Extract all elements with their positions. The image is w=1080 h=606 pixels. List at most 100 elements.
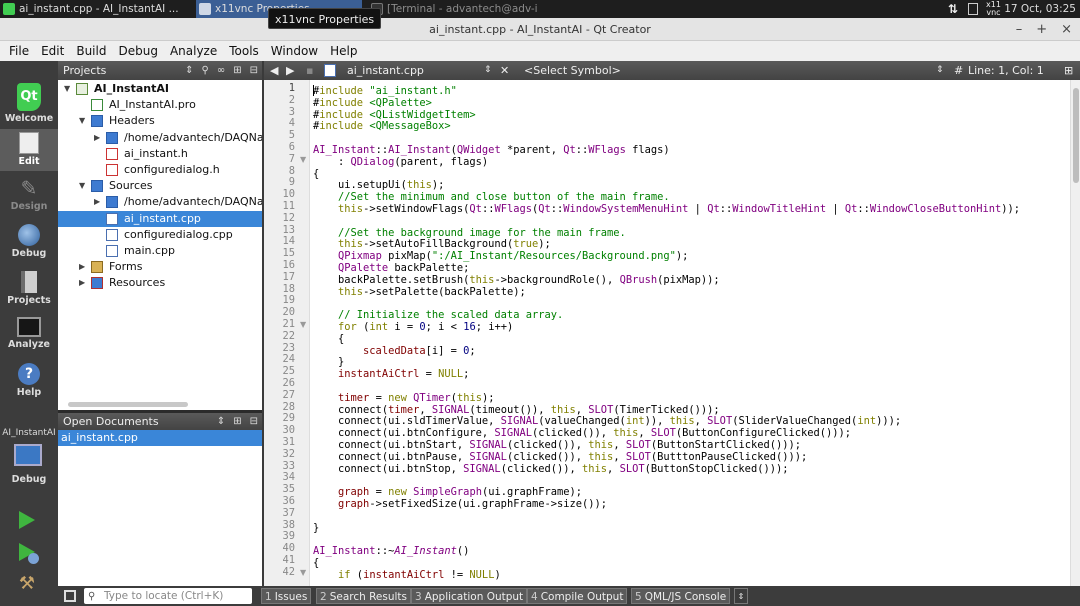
menu-analyze[interactable]: Analyze [164, 44, 223, 58]
cursor-position[interactable]: Line: 1, Col: 1 [968, 61, 1044, 80]
code-line[interactable]: this->setWindowFlags(Qt::WFlags(Qt::Wind… [313, 203, 1020, 216]
build-hammer-button[interactable]: ⚒ [16, 573, 38, 595]
collapsed-arrow-icon[interactable]: ▶ [79, 275, 85, 291]
kit-selector-icon[interactable] [14, 444, 42, 466]
line-number-gutter[interactable]: 1 2 3 4 5 6 7 8 9 10 11 12 13 14 15 16 17 18 19 20 21 22 23 24 2… [264, 80, 310, 586]
menu-window[interactable]: Window [265, 44, 324, 58]
code-line[interactable]: { [313, 333, 344, 346]
close-panel-icon[interactable]: ⊟ [250, 413, 258, 430]
menu-help[interactable]: Help [324, 44, 363, 58]
tree-item-ai-instant-h[interactable]: ai_instant.h [58, 146, 262, 162]
more-panes-icon[interactable]: ⇕ [734, 588, 748, 604]
tree-folder-sources-path[interactable]: ▶ /home/advantech/DAQNavi/ [58, 194, 262, 210]
link-icon[interactable]: ∞ [217, 61, 225, 80]
scrollbar-thumb[interactable] [1073, 88, 1079, 183]
code-line[interactable]: : QDialog(parent, flags) [313, 156, 488, 169]
run-button[interactable] [19, 511, 35, 529]
code-line[interactable]: if (instantAiCtrl != NULL) [313, 569, 501, 582]
task-qt-creator[interactable]: ai_instant.cpp - AI_InstantAI ... [0, 0, 193, 18]
tree-item-configuredialog-cpp[interactable]: configuredialog.cpp [58, 227, 262, 243]
fold-marker-icon[interactable]: ▼ [300, 320, 306, 329]
x11vnc-tray-icon[interactable]: x11 vnc [986, 1, 1001, 17]
tree-root-project[interactable]: ▼ AI_InstantAI [58, 81, 262, 97]
tree-folder-sources[interactable]: ▼ Sources [58, 178, 262, 194]
tree-item-configuredialog-h[interactable]: configuredialog.h [58, 162, 262, 178]
open-documents-title[interactable]: Open Documents [63, 415, 159, 428]
header-file-icon [106, 147, 118, 160]
expanded-arrow-icon[interactable]: ▼ [79, 178, 85, 194]
clock[interactable]: 17 Oct, 03:25 [1004, 0, 1076, 18]
split-editor-icon[interactable]: ⊞ [1064, 61, 1073, 80]
collapsed-arrow-icon[interactable]: ▶ [94, 194, 100, 210]
mode-projects[interactable]: Projects [0, 271, 58, 306]
code-line[interactable]: connect(ui.btnStop, SIGNAL(clicked()), t… [313, 463, 788, 476]
collapsed-arrow-icon[interactable]: ▶ [79, 259, 85, 275]
mode-design[interactable]: ✎ Design [0, 177, 58, 212]
code-line[interactable]: #include <QMessageBox> [313, 120, 451, 133]
collapsed-arrow-icon[interactable]: ▶ [94, 130, 100, 146]
tree-folder-forms[interactable]: ▶ Forms [58, 259, 262, 275]
open-document-item[interactable]: ai_instant.cpp [58, 430, 262, 446]
tree-folder-headers-path[interactable]: ▶ /home/advantech/DAQNavi [58, 130, 262, 146]
menu-file[interactable]: File [3, 44, 35, 58]
menu-edit[interactable]: Edit [35, 44, 70, 58]
task-terminal[interactable]: [Terminal - advantech@adv-i... [368, 0, 538, 18]
split-icon[interactable]: ⊞ [233, 413, 241, 430]
tree-folder-headers[interactable]: ▼ Headers [58, 113, 262, 129]
code-line[interactable]: connect(ui.btnPause, SIGNAL(clicked()), … [313, 451, 807, 464]
menu-build[interactable]: Build [70, 44, 112, 58]
expanded-arrow-icon[interactable]: ▼ [79, 113, 85, 129]
maximize-button[interactable]: + [1036, 18, 1047, 41]
expanded-arrow-icon[interactable]: ▼ [64, 81, 70, 97]
pane-search-results[interactable]: 2 Search Results [316, 588, 412, 604]
tree-item-ai-instant-cpp[interactable]: ai_instant.cpp [58, 210, 262, 227]
filter-icon[interactable]: ⚲ [202, 61, 209, 80]
split-icon[interactable]: ⊞ [233, 61, 241, 80]
locator-input[interactable]: ⚲ Type to locate (Ctrl+K) [84, 588, 252, 604]
mode-welcome[interactable]: Qt Welcome [0, 83, 58, 124]
close-panel-icon[interactable]: ⊟ [250, 61, 258, 80]
menu-tools[interactable]: Tools [223, 44, 265, 58]
symbol-combo[interactable]: <Select Symbol> [524, 61, 621, 80]
tree-folder-resources[interactable]: ▶ Resources [58, 275, 262, 291]
forward-arrow-icon[interactable]: ▶ [286, 61, 294, 80]
vertical-scrollbar[interactable] [1070, 80, 1080, 586]
file-combo-arrows-icon[interactable]: ⇕ [484, 61, 492, 80]
code-line[interactable]: backPalette.setBrush(this->backgroundRol… [313, 274, 720, 287]
dropdown-arrows-icon[interactable]: ⇕ [185, 61, 193, 80]
pane-application-output[interactable]: 3 Application Output [411, 588, 528, 604]
back-arrow-icon[interactable]: ◀ [270, 61, 278, 80]
close-file-icon[interactable]: ✕ [500, 61, 509, 80]
vnc-label: vnc [986, 8, 1001, 17]
code-line[interactable]: this->setPalette(backPalette); [313, 286, 526, 299]
pane-issues[interactable]: 1 Issues [261, 588, 312, 604]
minimize-button[interactable]: – [1016, 18, 1023, 41]
tray-grid-icon[interactable] [968, 3, 978, 15]
menu-debug[interactable]: Debug [112, 44, 163, 58]
mode-debug[interactable]: Debug [0, 224, 58, 259]
current-file-combo[interactable]: ai_instant.cpp [347, 61, 424, 80]
dropdown-arrows-icon[interactable]: ⇕ [217, 413, 225, 430]
mode-analyze[interactable]: Analyze [0, 317, 58, 350]
horizontal-scrollbar[interactable] [68, 402, 188, 407]
fold-marker-icon[interactable]: ▼ [300, 155, 306, 164]
code-line[interactable]: AI_Instant::~AI_Instant() [313, 545, 469, 558]
tree-item-pro-file[interactable]: AI_InstantAI.pro [58, 97, 262, 113]
projects-panel-title[interactable]: Projects [63, 64, 106, 77]
tree-item-main-cpp[interactable]: main.cpp [58, 243, 262, 259]
toggle-sidebar-icon[interactable] [64, 590, 76, 602]
network-arrows-icon[interactable]: ⇅ [948, 0, 958, 18]
code-line[interactable]: instantAiCtrl = NULL; [313, 368, 469, 381]
window-titlebar[interactable]: ai_instant.cpp - AI_InstantAI - Qt Creat… [0, 18, 1080, 41]
code-line[interactable]: graph->setFixedSize(ui.graphFrame->size(… [313, 498, 607, 511]
code-line[interactable]: } [313, 522, 319, 535]
mode-edit[interactable]: Edit [0, 129, 58, 171]
close-button[interactable]: × [1061, 18, 1072, 41]
mode-help[interactable]: ? Help [0, 363, 58, 398]
pane-compile-output[interactable]: 4 Compile Output [527, 588, 628, 604]
pane-qml-js-console[interactable]: 5 QML/JS Console [631, 588, 731, 604]
fold-marker-icon[interactable]: ▼ [300, 568, 306, 577]
symbol-combo-arrows-icon[interactable]: ⇕ [936, 61, 944, 80]
kit-build-mode[interactable]: Debug [0, 474, 58, 485]
code-editor[interactable]: 1 2 3 4 5 6 7 8 9 10 11 12 13 14 15 16 17 18 19 20 21 22 23 24 2… [264, 80, 1080, 586]
